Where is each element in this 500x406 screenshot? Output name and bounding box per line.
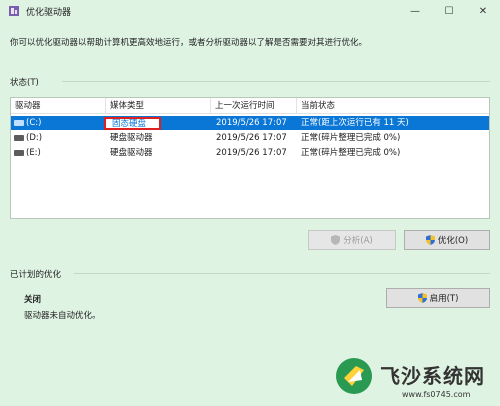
description-text: 你可以优化驱动器以帮助计算机更高效地运行，或者分析驱动器以了解是否需要对其进行优… bbox=[10, 38, 368, 48]
current-status: 正常(碎片整理已完成 0%) bbox=[301, 133, 401, 143]
watermark-text: 飞沙系统网 bbox=[380, 364, 485, 388]
watermark-logo-icon bbox=[336, 358, 372, 394]
drive-icon bbox=[14, 135, 24, 141]
defrag-app-icon bbox=[9, 6, 19, 16]
analyze-button-label: 分析(A) bbox=[343, 236, 373, 246]
drive-icon bbox=[14, 120, 24, 126]
uac-shield-icon bbox=[331, 235, 341, 245]
scheduled-section-label: 已计划的优化 bbox=[10, 270, 62, 280]
scheduled-state: 关闭 bbox=[24, 295, 42, 305]
last-run-time: 2019/5/26 17:07 bbox=[216, 133, 287, 143]
drive-row-d[interactable]: (D:) 硬盘驱动器 2019/5/26 17:07 正常(碎片整理已完成 0%… bbox=[11, 131, 489, 145]
last-run-time: 2019/5/26 17:07 bbox=[216, 118, 287, 128]
enable-button-label: 启用(T) bbox=[429, 294, 459, 304]
current-status: 正常(距上次运行已有 11 天) bbox=[301, 118, 409, 128]
drive-row-c[interactable]: (C:) 固态硬盘 2019/5/26 17:07 正常(距上次运行已有 11 … bbox=[11, 116, 489, 130]
window-title: 优化驱动器 bbox=[26, 8, 72, 18]
analyze-button[interactable]: 分析(A) bbox=[308, 230, 396, 250]
list-header: 驱动器 媒体类型 上一次运行时间 当前状态 bbox=[11, 98, 489, 114]
maximize-icon: ☐ bbox=[444, 5, 454, 17]
close-button[interactable]: ✕ bbox=[466, 0, 500, 22]
watermark: 飞沙系统网 www.fs0745.com bbox=[332, 352, 500, 406]
media-type: 固态硬盘 bbox=[112, 119, 147, 129]
column-header-drive[interactable]: 驱动器 bbox=[11, 98, 106, 114]
enable-button[interactable]: 启用(T) bbox=[386, 288, 490, 308]
drive-row-e[interactable]: (E:) 硬盘驱动器 2019/5/26 17:07 正常(碎片整理已完成 0%… bbox=[11, 146, 489, 160]
watermark-url: www.fs0745.com bbox=[402, 390, 471, 399]
media-type-highlight: 固态硬盘 bbox=[104, 117, 161, 130]
media-type: 硬盘驱动器 bbox=[110, 148, 153, 158]
media-type: 硬盘驱动器 bbox=[110, 133, 153, 143]
scheduled-detail: 驱动器未自动优化。 bbox=[24, 311, 101, 321]
drive-icon bbox=[14, 150, 24, 156]
uac-shield-icon bbox=[417, 293, 427, 303]
drive-name: (D:) bbox=[26, 133, 43, 143]
maximize-button[interactable]: ☐ bbox=[432, 0, 466, 22]
column-header-last-run[interactable]: 上一次运行时间 bbox=[211, 98, 297, 114]
last-run-time: 2019/5/26 17:07 bbox=[216, 148, 287, 158]
status-section-label: 状态(T) bbox=[10, 78, 39, 88]
optimize-button[interactable]: 优化(O) bbox=[404, 230, 490, 250]
column-header-media-type[interactable]: 媒体类型 bbox=[106, 98, 211, 114]
scheduled-divider bbox=[74, 273, 490, 274]
column-header-status[interactable]: 当前状态 bbox=[297, 98, 489, 114]
drive-name: (E:) bbox=[26, 148, 41, 158]
uac-shield-icon bbox=[425, 235, 435, 245]
status-divider bbox=[62, 81, 490, 82]
minimize-icon: — bbox=[410, 5, 420, 17]
title-bar: 优化驱动器 — ☐ ✕ bbox=[0, 0, 500, 22]
drive-list[interactable]: 驱动器 媒体类型 上一次运行时间 当前状态 (C:) 固态硬盘 2019/5/2… bbox=[10, 97, 490, 219]
close-icon: ✕ bbox=[478, 5, 488, 17]
optimize-button-label: 优化(O) bbox=[437, 236, 469, 246]
current-status: 正常(碎片整理已完成 0%) bbox=[301, 148, 401, 158]
drive-name: (C:) bbox=[26, 118, 42, 128]
minimize-button[interactable]: — bbox=[398, 0, 432, 22]
